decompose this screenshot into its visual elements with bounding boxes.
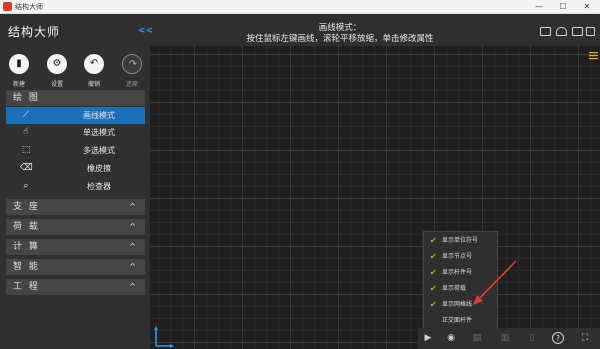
fit-screen-icon[interactable]: ⛶ xyxy=(578,332,592,345)
option-show-unit-symbol[interactable]: ✔ 显示单位符号 xyxy=(424,233,499,249)
close-button[interactable]: ✕ xyxy=(576,0,598,14)
check-icon: ✔ xyxy=(430,236,437,245)
expand-caret-icon: ^ xyxy=(129,222,136,231)
maximize-button[interactable]: ☐ xyxy=(552,0,574,14)
mode-line[interactable]: ⟋ 画线模式 xyxy=(6,107,145,124)
new-button[interactable]: ▮ 新建 xyxy=(1,54,37,88)
drawing-canvas[interactable] xyxy=(150,46,600,349)
mode-inspector[interactable]: ⌕ 检查器 xyxy=(6,178,145,195)
axis-origin-icon xyxy=(154,326,174,348)
multi-select-icon: ⬚ xyxy=(21,145,31,155)
section-load[interactable]: 荷 载 ^ xyxy=(6,219,145,235)
paste-icon[interactable]: ▥ xyxy=(498,332,512,345)
settings-icon: ⚙ xyxy=(47,54,67,74)
section-project[interactable]: 工 程 ^ xyxy=(6,279,145,295)
settings-label: 设置 xyxy=(50,81,63,88)
expand-caret-icon: ^ xyxy=(129,282,136,291)
play-icon[interactable]: ▶ xyxy=(421,332,435,345)
settings-button[interactable]: ⚙ 设置 xyxy=(39,54,75,88)
check-icon: ✔ xyxy=(430,284,437,293)
option-orthogonal-member[interactable]: 正交面杆件 xyxy=(424,313,499,329)
mode-inspector-label: 检查器 xyxy=(87,182,111,191)
redo-icon: ↷ xyxy=(122,54,142,74)
app-window: 结构大师 — ☐ ✕ 结构大师 << 画线模式： 按住鼠标左键画线，滚轮平移放缩… xyxy=(0,0,600,349)
redo-label: 还原 xyxy=(125,81,138,88)
bottom-toolbar: ▶ ◉ ▤ ▥ ▯ ? ⛶ xyxy=(418,328,600,349)
mode-hint-text: 按住鼠标左键画线，滚轮平移放缩，单击修改属性 xyxy=(246,34,434,44)
section-support[interactable]: 支 座 ^ xyxy=(6,199,145,215)
briefcase-icon[interactable] xyxy=(540,27,551,36)
panel-menu-icon[interactable] xyxy=(589,51,598,60)
mode-single-select-label: 单选模式 xyxy=(83,128,115,137)
undo-button[interactable]: ↶ 撤销 xyxy=(76,54,112,88)
pointer-icon: ☝ xyxy=(23,127,29,137)
check-icon: ✔ xyxy=(430,300,437,309)
mode-multi-select[interactable]: ⬚ 多选模式 xyxy=(6,142,145,159)
section-compute[interactable]: 计 算 ^ xyxy=(6,239,145,255)
annotation-arrow xyxy=(473,260,517,305)
expand-caret-icon: ^ xyxy=(129,262,136,271)
minimize-button[interactable]: — xyxy=(528,0,550,14)
title-bar: 结构大师 — ☐ ✕ xyxy=(0,0,600,14)
undo-icon: ↶ xyxy=(84,54,104,74)
undo-label: 撤销 xyxy=(87,81,100,88)
mode-single-select[interactable]: ☝ 单选模式 xyxy=(6,124,145,141)
window-title: 结构大师 xyxy=(15,3,43,11)
folder-icon[interactable] xyxy=(572,27,583,36)
expand-caret-icon: ^ xyxy=(129,202,136,211)
mode-eraser[interactable]: ⌫ 橡皮擦 xyxy=(6,160,145,177)
redo-button[interactable]: ↷ 还原 xyxy=(114,54,150,88)
app-logo-icon xyxy=(3,2,12,11)
mode-multi-select-label: 多选模式 xyxy=(83,146,115,155)
sidebar: ▮ 新建 ⚙ 设置 ↶ 撤销 ↷ 还原 绘 图 ⟋ 画线模式 ☝ 单选模式 ⬚ … xyxy=(0,46,150,349)
eye-icon[interactable]: ◉ xyxy=(444,332,458,345)
new-file-icon: ▮ xyxy=(9,54,29,74)
help-icon[interactable]: ? xyxy=(552,332,564,344)
section-draw[interactable]: 绘 图 xyxy=(6,90,145,106)
inspector-icon: ⌕ xyxy=(23,181,29,191)
brand-title: 结构大师 xyxy=(8,25,61,39)
line-tool-icon: ⟋ xyxy=(22,110,30,120)
document-icon[interactable] xyxy=(586,27,595,36)
expand-caret-icon: ^ xyxy=(129,242,136,251)
section-smart[interactable]: 智 能 ^ xyxy=(6,259,145,275)
app-header: 结构大师 << 画线模式： 按住鼠标左键画线，滚轮平移放缩，单击修改属性 xyxy=(0,14,600,46)
delete-icon[interactable]: ▯ xyxy=(525,332,539,345)
mode-eraser-label: 橡皮擦 xyxy=(87,164,111,173)
eraser-icon: ⌫ xyxy=(20,163,33,173)
check-icon: ✔ xyxy=(430,252,437,261)
new-label: 新建 xyxy=(12,81,25,88)
graduation-cap-icon[interactable] xyxy=(556,27,567,36)
check-icon: ✔ xyxy=(430,268,437,277)
copy-icon[interactable]: ▤ xyxy=(470,332,484,345)
mode-line-label: 画线模式 xyxy=(83,111,115,120)
